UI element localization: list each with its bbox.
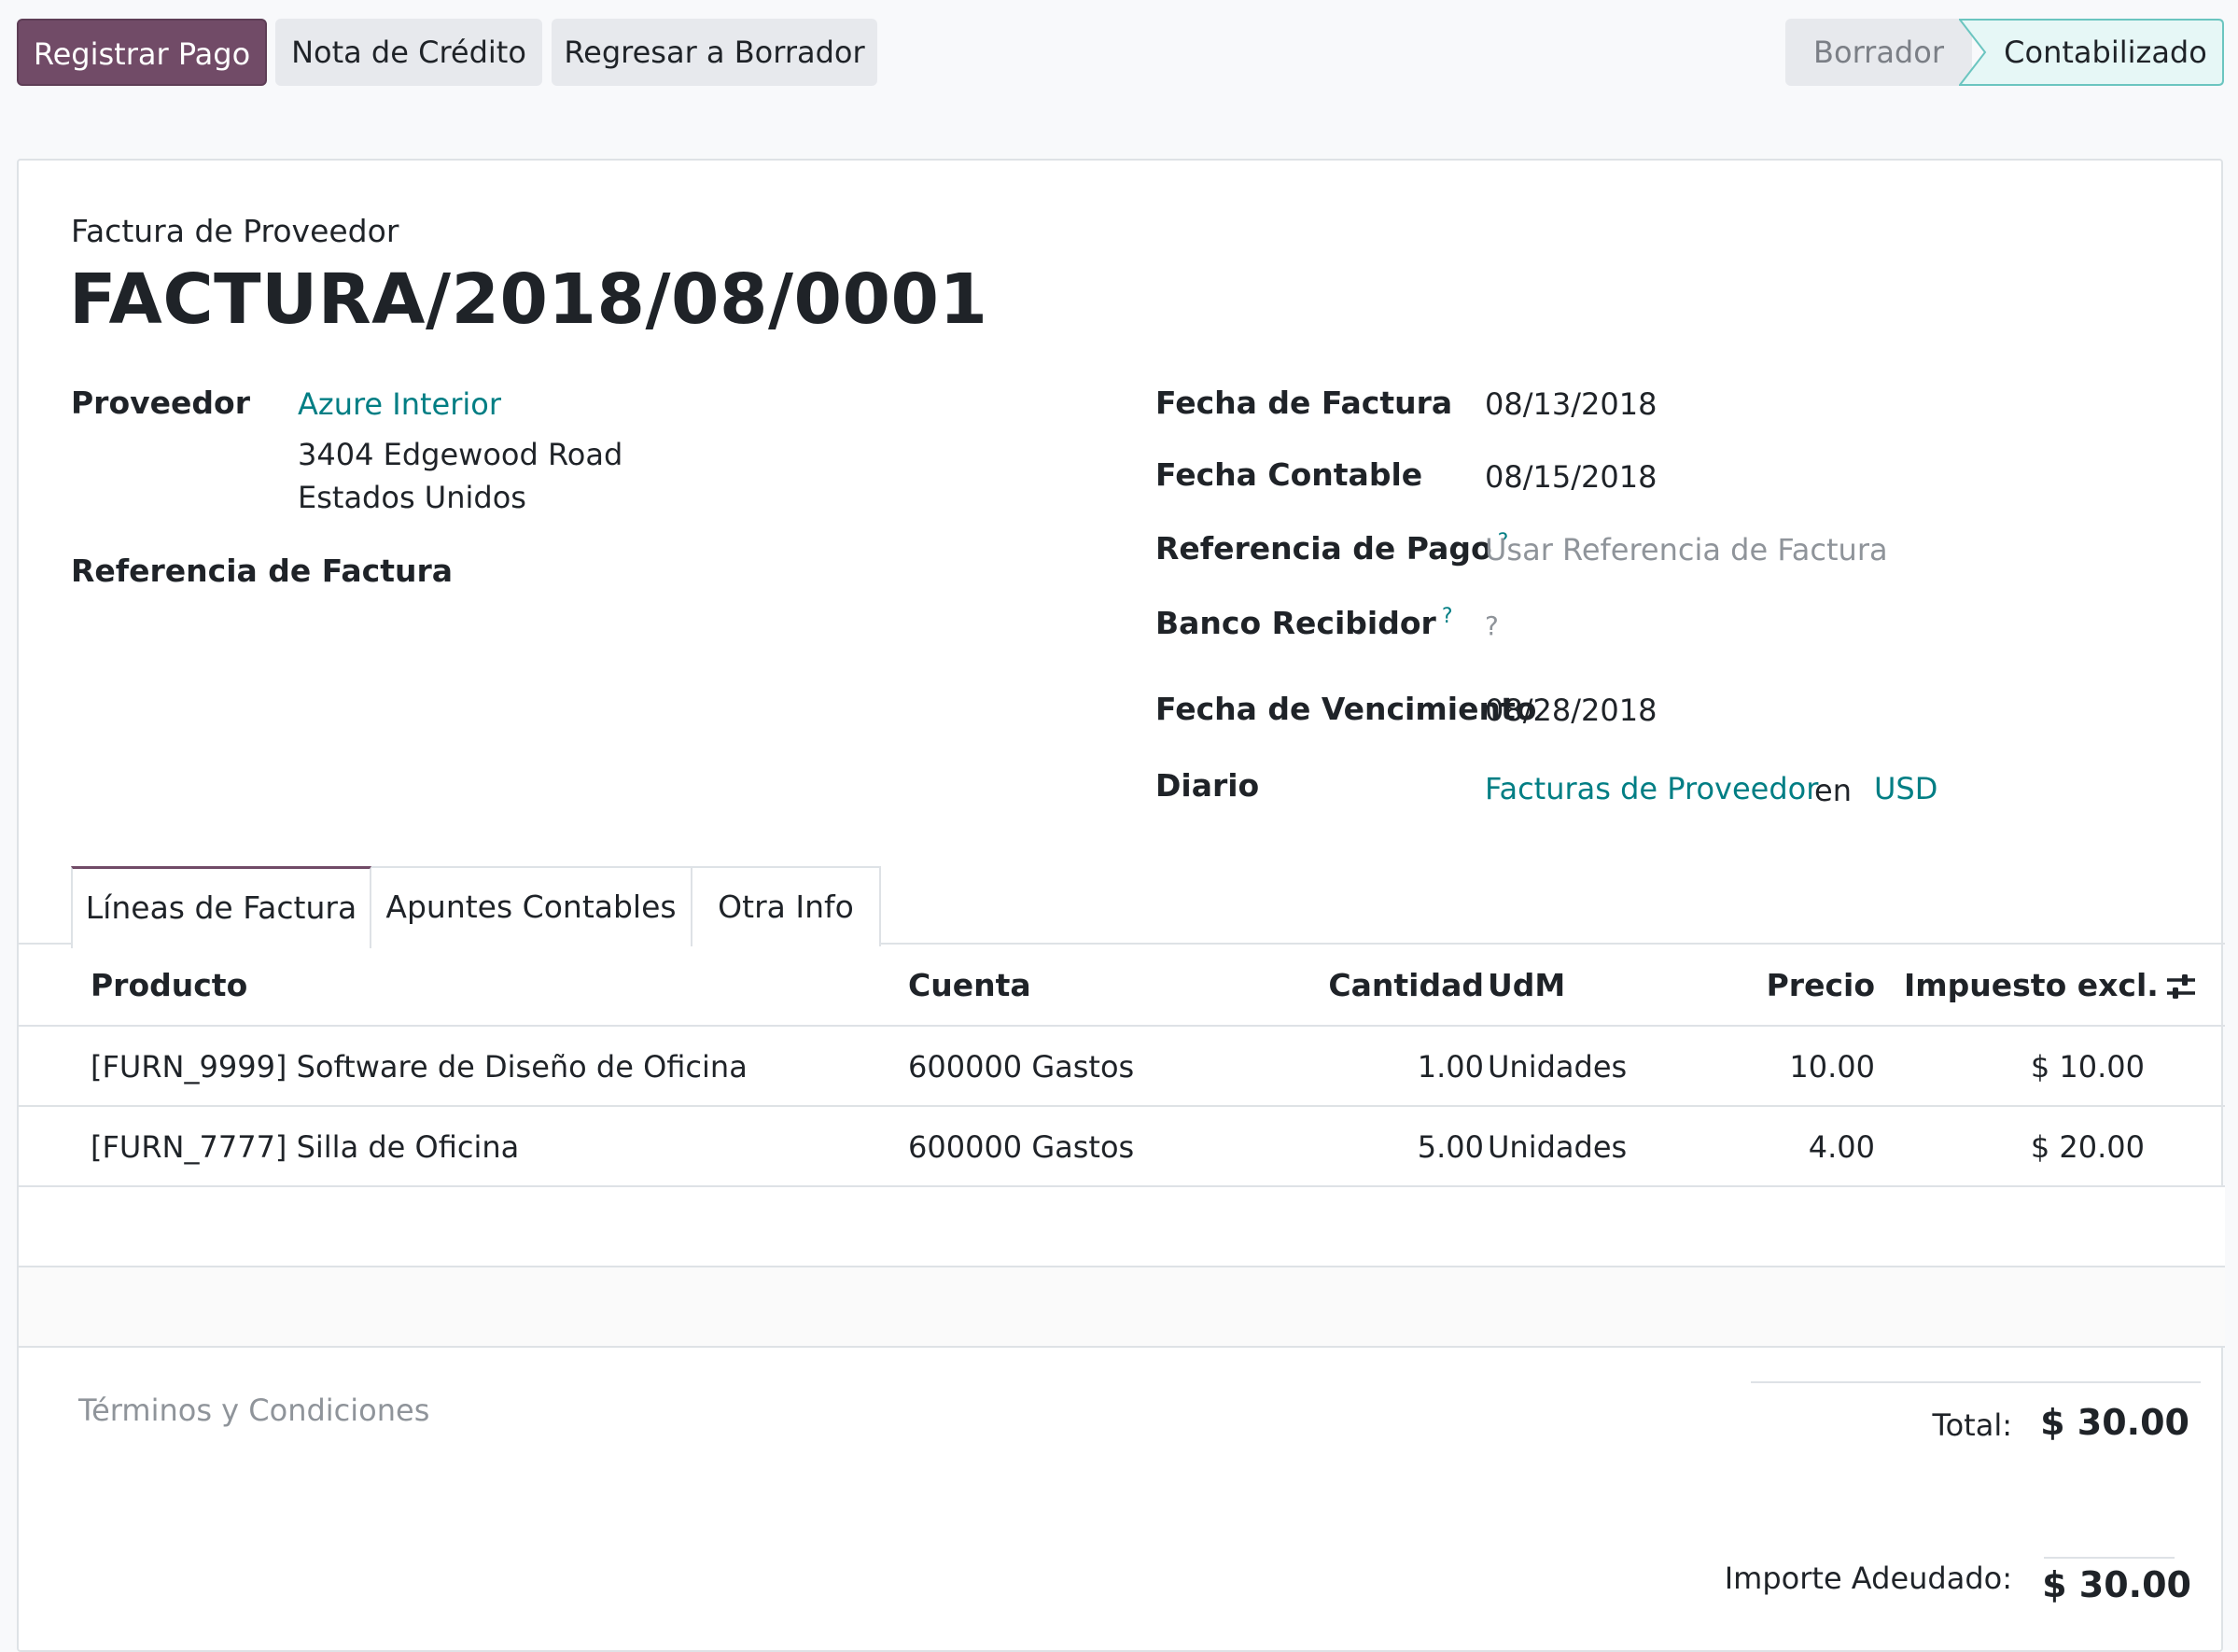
control-panel: Registrar Pago Nota de Crédito Regresar … (0, 0, 2238, 121)
line-uom: Unidades (1488, 1049, 1628, 1085)
amount-due-label: Importe Adeudado: (1724, 1561, 2012, 1596)
payment-reference-label: Referencia de Pago? (1155, 530, 1508, 567)
invoice-date-label: Fecha de Factura (1155, 385, 1453, 421)
vendor-address-line1: 3404 Edgewood Road (298, 437, 623, 472)
line-price: 4.00 (1808, 1129, 1875, 1165)
recipient-bank-label: Banco Recibidor? (1155, 605, 1453, 641)
line-product[interactable]: [FURN_9999] Software de Diseño de Oficin… (91, 1027, 748, 1107)
due-date-label: Fecha de Vencimiento (1155, 691, 1537, 727)
total-value: $ 30.00 (2040, 1402, 2189, 1443)
column-account[interactable]: Cuenta (908, 945, 1031, 1027)
tab-journal-items[interactable]: Apuntes Contables (370, 866, 692, 946)
credit-note-button[interactable]: Nota de Crédito (275, 19, 542, 86)
empty-table-row (19, 1187, 2225, 1267)
amount-due-divider (2044, 1557, 2175, 1559)
recipient-bank-label-text: Banco Recibidor (1155, 605, 1436, 641)
column-price[interactable]: Precio (1699, 945, 1875, 1027)
document-number: FACTURA/2018/08/0001 (69, 259, 988, 340)
help-tooltip-icon[interactable]: ? (1442, 605, 1453, 628)
due-date-field[interactable]: 08/28/2018 (1485, 693, 1657, 728)
recipient-bank-field[interactable]: ? (1485, 610, 1499, 641)
journal-link[interactable]: Facturas de Proveedor (1485, 771, 1818, 806)
line-subtotal: $ 20.00 (2030, 1129, 2145, 1165)
invoice-date-field[interactable]: 08/13/2018 (1485, 386, 1657, 422)
amount-due-value: $ 30.00 (2042, 1564, 2191, 1605)
total-label: Total: (1932, 1407, 2012, 1443)
notebook-tabs: Líneas de Factura Apuntes Contables Otra… (19, 866, 2225, 948)
line-uom: Unidades (1488, 1129, 1628, 1165)
form-sheet: Factura de Proveedor FACTURA/2018/08/000… (17, 159, 2225, 1652)
payment-reference-label-text: Referencia de Pago (1155, 530, 1492, 567)
sliders-icon[interactable] (2163, 969, 2199, 1004)
totals-divider (1751, 1381, 2201, 1383)
tab-other-info[interactable]: Otra Info (691, 866, 881, 946)
tab-invoice-lines[interactable]: Líneas de Factura (71, 866, 371, 948)
accounting-date-label: Fecha Contable (1155, 456, 1423, 493)
register-payment-button[interactable]: Registrar Pago (17, 19, 267, 86)
line-quantity: 1.00 (1417, 1049, 1484, 1085)
accounting-date-field[interactable]: 08/15/2018 (1485, 459, 1657, 495)
line-account: 600000 Gastos (908, 1129, 1135, 1165)
line-account: 600000 Gastos (908, 1049, 1135, 1085)
column-tax-excl[interactable]: Impuesto excl. (1904, 945, 2159, 1027)
journal-in-word: en (1814, 773, 1852, 808)
line-subtotal: $ 10.00 (2030, 1049, 2145, 1085)
terms-conditions-field[interactable]: Términos y Condiciones (78, 1393, 429, 1428)
bill-reference-label: Referencia de Factura (71, 553, 454, 589)
line-price: 10.00 (1789, 1049, 1875, 1085)
status-bar: Borrador Contabilizado (1785, 19, 2224, 86)
payment-reference-field[interactable]: Usar Referencia de Factura (1485, 532, 1888, 567)
status-posted-label: Contabilizado (2004, 35, 2207, 70)
line-product[interactable]: [FURN_7777] Silla de Oficina (91, 1107, 519, 1187)
table-header: Producto Cuenta Cantidad UdM Precio Impu… (19, 945, 2225, 1027)
vendor-address-line2: Estados Unidos (298, 480, 526, 515)
reset-to-draft-button[interactable]: Regresar a Borrador (552, 19, 877, 86)
currency-link[interactable]: USD (1874, 771, 1937, 806)
journal-label: Diario (1155, 767, 1260, 804)
status-posted[interactable]: Contabilizado (1959, 19, 2224, 86)
table-row[interactable]: [FURN_7777] Silla de Oficina 600000 Gast… (19, 1107, 2225, 1187)
vendor-link[interactable]: Azure Interior (298, 386, 501, 422)
column-product[interactable]: Producto (91, 945, 247, 1027)
table-row[interactable]: [FURN_9999] Software de Diseño de Oficin… (19, 1027, 2225, 1107)
column-uom[interactable]: UdM (1488, 945, 1565, 1027)
empty-table-row (19, 1267, 2225, 1348)
line-quantity: 5.00 (1417, 1129, 1484, 1165)
column-quantity[interactable]: Cantidad (1307, 945, 1484, 1027)
document-type: Factura de Proveedor (71, 213, 399, 249)
status-draft[interactable]: Borrador (1785, 19, 1972, 86)
vendor-label: Proveedor (71, 385, 250, 421)
